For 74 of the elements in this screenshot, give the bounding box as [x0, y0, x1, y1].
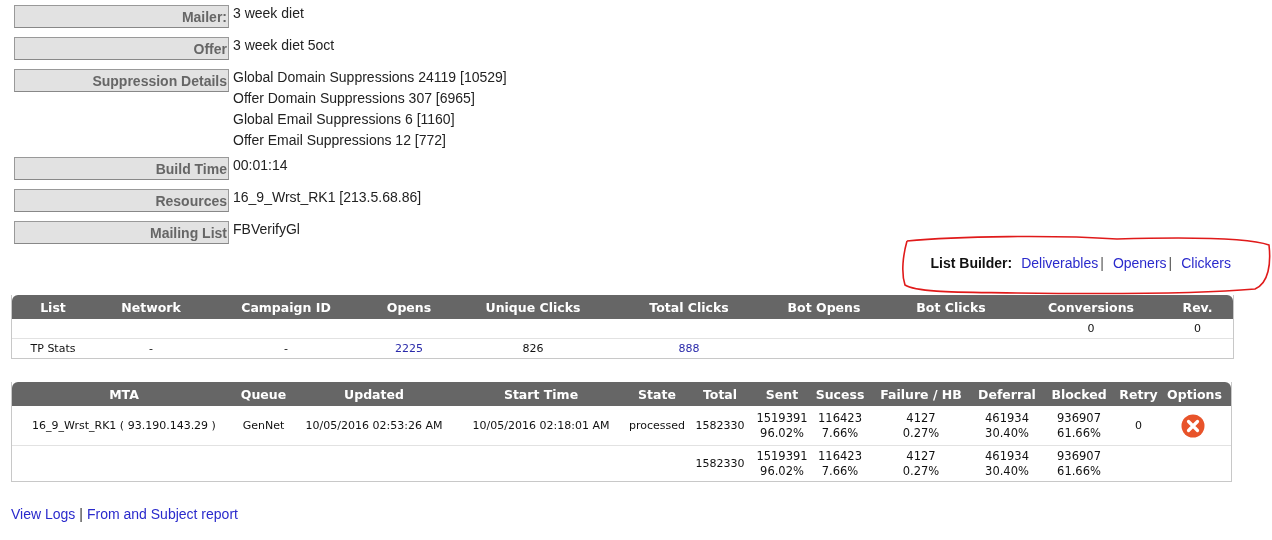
table-cell: 1582330: [695, 456, 745, 471]
table-cell: processed: [629, 418, 685, 433]
column-header: State: [625, 382, 689, 406]
column-header: Unique Clicks: [454, 295, 612, 319]
column-header: Blocked: [1039, 382, 1119, 406]
column-header: List: [12, 295, 94, 319]
column-header: Options: [1158, 382, 1231, 406]
column-header: Bot Clicks: [882, 295, 1020, 319]
field-label: Mailing List: [14, 221, 229, 244]
column-header: Updated: [291, 382, 457, 406]
field-value: Global Domain Suppressions 24119 [10529]: [233, 68, 507, 87]
column-header: Sent: [751, 382, 813, 406]
column-header: MTA: [12, 382, 236, 406]
field-value: 16_9_Wrst_RK1 [213.5.68.86]: [233, 188, 422, 207]
table-cell: 4127 0.27%: [902, 410, 940, 441]
field-value: 3 week diet: [233, 4, 304, 23]
table-cell: 0: [1087, 321, 1095, 336]
field-value: 00:01:14: [233, 156, 288, 175]
table-cell: 16_9_Wrst_RK1 ( 93.190.143.29 ): [32, 418, 216, 433]
table-cell: 116423 7.66%: [818, 448, 862, 479]
link[interactable]: View Logs: [11, 506, 76, 522]
table-cell: 0: [1135, 418, 1142, 433]
table-cell: -: [149, 341, 153, 356]
table-cell: 936907 61.66%: [1057, 410, 1101, 441]
table-link[interactable]: 2225: [395, 342, 423, 355]
separator: |: [1100, 255, 1104, 271]
column-header: Sucess: [813, 382, 867, 406]
separator: |: [79, 506, 83, 522]
field-label: Offer: [14, 37, 229, 60]
table-cell: 10/05/2016 02:18:01 AM: [472, 418, 610, 433]
field-value: FBVerifyGl: [233, 220, 300, 239]
field-value: 3 week diet 5oct: [233, 36, 335, 55]
column-header: Retry: [1119, 382, 1158, 406]
column-header: Start Time: [457, 382, 625, 406]
table-cell: 1582330: [695, 418, 745, 433]
table-cell: 0: [1194, 321, 1201, 336]
field-label: Suppression Details: [14, 69, 229, 92]
link[interactable]: Openers: [1112, 255, 1167, 271]
field-label: Mailer:: [14, 5, 229, 28]
column-header: Total Clicks: [612, 295, 766, 319]
table-link[interactable]: 888: [678, 342, 700, 355]
column-header: Campaign ID: [208, 295, 364, 319]
table-cell: GenNet: [242, 418, 285, 433]
column-header: Queue: [236, 382, 291, 406]
table-cell: TP Stats: [30, 341, 76, 356]
column-header: Bot Opens: [766, 295, 882, 319]
column-header: Failure / HB: [867, 382, 975, 406]
table-cell: 1519391 96.02%: [756, 410, 808, 441]
field-value: Global Email Suppressions 6 [1160]: [233, 110, 456, 129]
table-cell: 936907 61.66%: [1057, 448, 1101, 479]
separator: |: [1168, 255, 1173, 271]
table-cell: 4127 0.27%: [902, 448, 940, 479]
column-header: Deferral: [975, 382, 1039, 406]
delete-icon[interactable]: [1180, 413, 1205, 438]
table-cell: 826: [522, 341, 544, 356]
table-cell: -: [284, 341, 288, 356]
column-header: Rev.: [1162, 295, 1233, 319]
column-header: Opens: [364, 295, 454, 319]
table-cell: 461934 30.40%: [985, 410, 1029, 441]
table-cell: 461934 30.40%: [985, 448, 1029, 479]
table-cell: 1519391 96.02%: [756, 448, 808, 479]
list-builder-label: List Builder:: [930, 255, 1013, 271]
field-value: Offer Domain Suppressions 307 [6965]: [233, 89, 476, 108]
link[interactable]: From and Subject report: [87, 506, 238, 522]
column-header: Network: [94, 295, 208, 319]
table-cell: 116423 7.66%: [818, 410, 862, 441]
link[interactable]: Clickers: [1181, 255, 1231, 271]
table-cell: 10/05/2016 02:53:26 AM: [305, 418, 443, 433]
link[interactable]: Deliverables: [1021, 255, 1099, 271]
field-value: Offer Email Suppressions 12 [772]: [233, 131, 447, 150]
column-header: Conversions: [1020, 295, 1162, 319]
column-header: Total: [689, 382, 751, 406]
field-label: Resources: [14, 189, 229, 212]
field-label: Build Time: [14, 157, 229, 180]
